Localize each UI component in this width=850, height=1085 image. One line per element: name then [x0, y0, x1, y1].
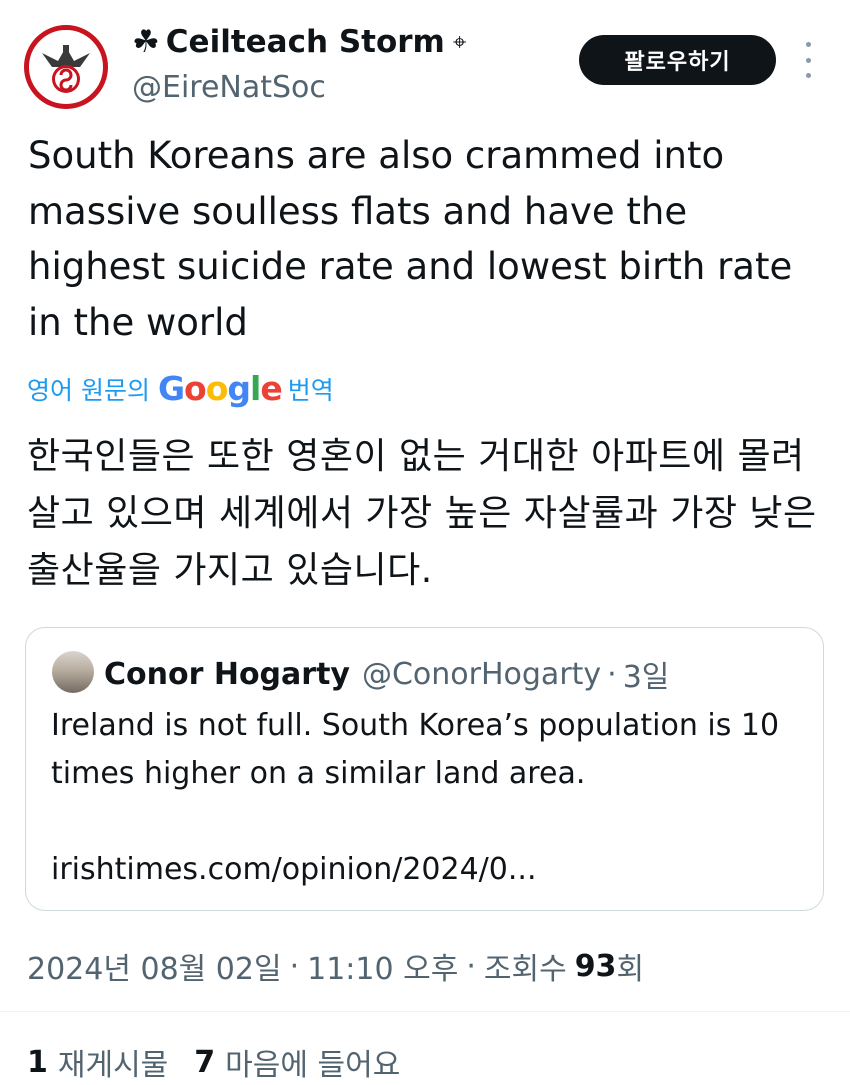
likes-label: 마음에 들어요	[225, 1048, 401, 1083]
quoted-separator: ·	[607, 656, 617, 692]
more-options-icon[interactable]	[800, 42, 816, 78]
author-name-row[interactable]: ☘ Ceilteach Storm ⌖	[132, 24, 466, 60]
quoted-author-avatar[interactable]	[52, 651, 94, 693]
tweet-date[interactable]: 2024년 08월 02일	[27, 944, 282, 988]
author-avatar[interactable]	[24, 25, 108, 109]
engagement-stats: 1 재게시물 7 마음에 들어요	[27, 1040, 426, 1084]
tweet-time[interactable]: 11:10 오후	[307, 944, 458, 988]
author-name[interactable]: Ceilteach Storm	[166, 24, 445, 60]
shamrock-icon: ☘	[132, 24, 160, 60]
translate-link-prefix: 영어 원문의	[27, 375, 150, 405]
reposts-count: 1	[27, 1044, 48, 1080]
quoted-author-handle[interactable]: @ConorHogarty	[362, 657, 601, 692]
likes-stat[interactable]: 7 마음에 들어요	[194, 1040, 400, 1084]
author-handle[interactable]: @EireNatSoc	[132, 70, 326, 105]
google-logo: Google	[157, 369, 283, 408]
translate-link[interactable]: 영어 원문의 Google 번역	[27, 369, 334, 408]
views-unit: 회	[616, 952, 645, 987]
crosshair-icon: ⌖	[452, 28, 467, 56]
translate-link-suffix: 번역	[287, 375, 334, 405]
avatar-emblem-icon	[42, 45, 90, 93]
views-count: 93	[574, 948, 617, 984]
quoted-tweet-text: Ireland is not full. South Korea’s popul…	[51, 708, 780, 791]
translated-text: 한국인들은 또한 영혼이 없는 거대한 아파트에 몰려 살고 있으며 세계에서 …	[27, 436, 817, 591]
reposts-stat[interactable]: 1 재게시물	[27, 1040, 168, 1084]
quoted-tweet-time[interactable]: 3일	[623, 652, 670, 696]
reposts-label: 재게시물	[57, 1048, 169, 1083]
meta-separator: ·	[289, 948, 300, 984]
tweet-meta: 2024년 08월 02일 · 11:10 오후 · 조회수 93 회	[27, 944, 644, 988]
quoted-tweet-link[interactable]: irishtimes.com/opinion/2024/0...	[51, 846, 536, 894]
likes-count: 7	[194, 1044, 216, 1080]
follow-button[interactable]: 팔로우하기	[579, 35, 776, 85]
tweet-text: South Koreans are also crammed into mass…	[28, 134, 793, 344]
quoted-author-name[interactable]: Conor Hogarty	[104, 657, 350, 692]
meta-separator: ·	[466, 948, 476, 984]
quoted-tweet-card[interactable]: Conor Hogarty @ConorHogarty · 3일 Ireland…	[25, 627, 824, 911]
divider	[0, 1011, 850, 1012]
quoted-tweet-header: Conor Hogarty @ConorHogarty · 3일	[104, 652, 669, 696]
views-label: 조회수	[483, 952, 567, 987]
